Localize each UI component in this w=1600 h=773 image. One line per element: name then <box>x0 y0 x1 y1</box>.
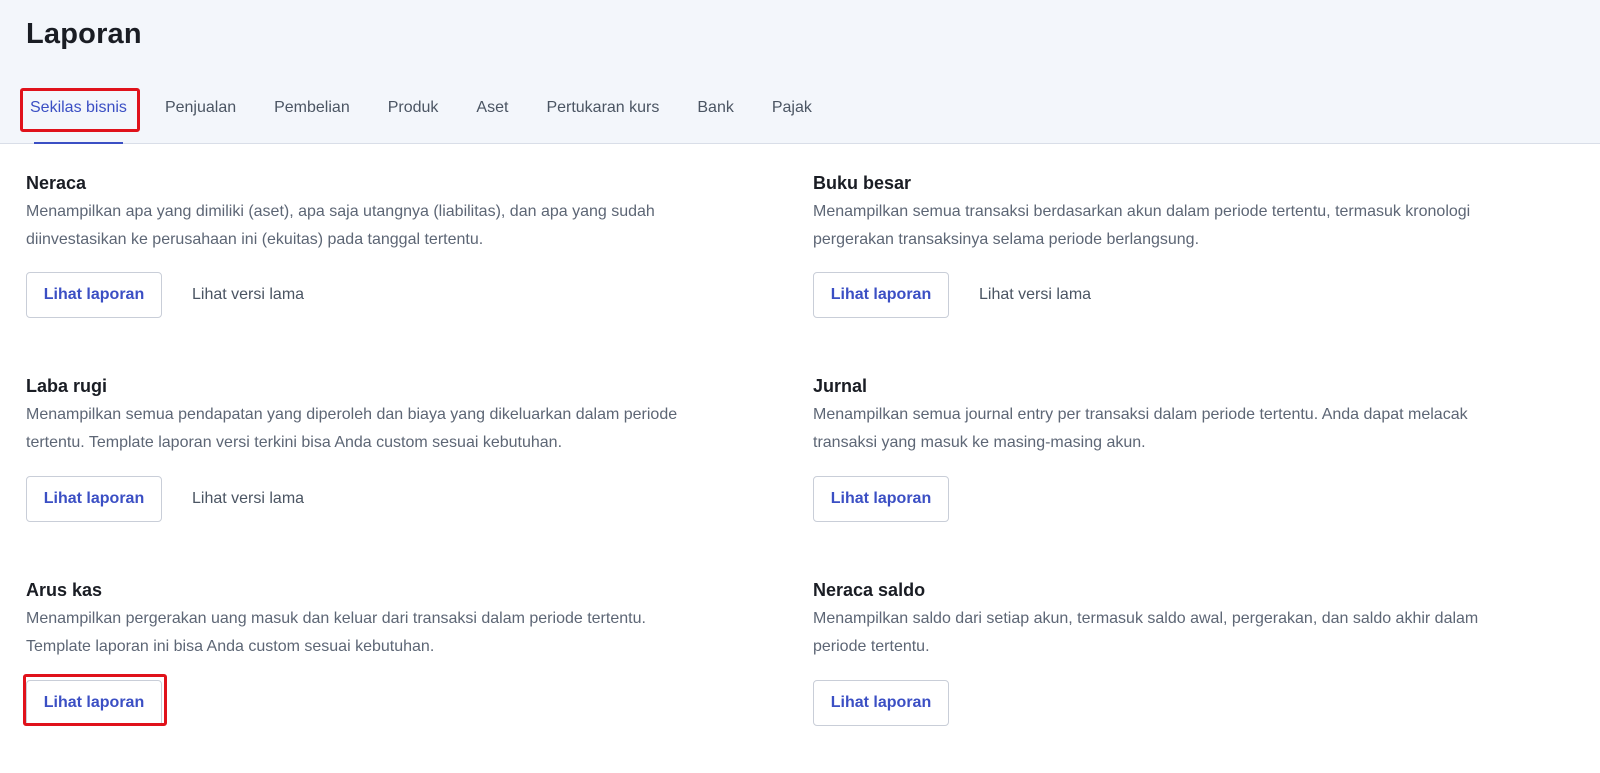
report-description-line: pergerakan transaksinya selama periode b… <box>813 231 1200 248</box>
view-report-button[interactable]: Lihat laporan <box>813 272 949 318</box>
report-card-neraca-saldo: Neraca saldo Menampilkan saldo dari seti… <box>813 577 1573 726</box>
report-title: Arus kas <box>26 580 103 600</box>
view-report-button[interactable]: Lihat laporan <box>26 476 162 522</box>
report-description: Menampilkan saldo dari setiap akun, term… <box>813 605 1573 661</box>
view-report-button[interactable]: Lihat laporan <box>26 680 162 726</box>
tab-pembelian[interactable]: Pembelian <box>274 90 350 144</box>
report-title: Buku besar <box>813 173 912 193</box>
report-title: Jurnal <box>813 376 868 396</box>
report-title: Neraca saldo <box>813 580 926 600</box>
view-old-version-link[interactable]: Lihat versi lama <box>979 286 1091 304</box>
report-actions: Lihat laporan Lihat versi lama <box>813 272 1091 318</box>
view-report-button[interactable]: Lihat laporan <box>813 680 949 726</box>
report-description-line: Menampilkan semua pendapatan yang dipero… <box>26 406 678 423</box>
view-report-button[interactable]: Lihat laporan <box>813 476 949 522</box>
report-card-jurnal: Jurnal Menampilkan semua journal entry p… <box>813 373 1573 522</box>
tab-sekilas-bisnis[interactable]: Sekilas bisnis <box>30 90 127 144</box>
report-description-line: tertentu. Template laporan versi terkini… <box>26 434 563 451</box>
report-title: Neraca <box>26 173 87 193</box>
report-title: Laba rugi <box>26 376 108 396</box>
view-old-version-link[interactable]: Lihat versi lama <box>192 286 304 304</box>
report-card-neraca: Neraca Menampilkan apa yang dimiliki (as… <box>26 170 766 318</box>
report-card-buku-besar: Buku besar Menampilkan semua transaksi b… <box>813 170 1573 318</box>
report-description: Menampilkan semua journal entry per tran… <box>813 401 1573 457</box>
report-description-line: diinvestasikan ke perusahaan ini (ekuita… <box>26 231 484 248</box>
report-description-line: Menampilkan pergerakan uang masuk dan ke… <box>26 610 646 627</box>
report-description: Menampilkan pergerakan uang masuk dan ke… <box>26 605 766 661</box>
tab-bank[interactable]: Bank <box>697 90 733 144</box>
report-tabs: Sekilas bisnis Penjualan Pembelian Produ… <box>0 90 812 144</box>
report-actions: Lihat laporan <box>813 476 949 522</box>
tab-pertukaran-kurs[interactable]: Pertukaran kurs <box>546 90 659 144</box>
report-description: Menampilkan semua transaksi berdasarkan … <box>813 198 1573 254</box>
tab-produk[interactable]: Produk <box>388 90 439 144</box>
report-description-line: Menampilkan semua journal entry per tran… <box>813 406 1468 423</box>
report-description-line: Menampilkan saldo dari setiap akun, term… <box>813 610 1479 627</box>
report-description-line: transaksi yang masuk ke masing-masing ak… <box>813 434 1146 451</box>
report-card-arus-kas: Arus kas Menampilkan pergerakan uang mas… <box>26 577 766 726</box>
report-description: Menampilkan semua pendapatan yang dipero… <box>26 401 766 457</box>
view-old-version-link[interactable]: Lihat versi lama <box>192 490 304 508</box>
tab-penjualan[interactable]: Penjualan <box>165 90 236 144</box>
report-description: Menampilkan apa yang dimiliki (aset), ap… <box>26 198 766 254</box>
tab-aset[interactable]: Aset <box>476 90 508 144</box>
report-description-line: Menampilkan semua transaksi berdasarkan … <box>813 203 1471 220</box>
tab-pajak[interactable]: Pajak <box>772 90 812 144</box>
report-description-line: Menampilkan apa yang dimiliki (aset), ap… <box>26 203 655 220</box>
report-description-line: Template laporan ini bisa Anda custom se… <box>26 638 435 655</box>
report-card-laba-rugi: Laba rugi Menampilkan semua pendapatan y… <box>26 373 766 522</box>
page-header: Laporan Sekilas bisnis Penjualan Pembeli… <box>0 0 1600 144</box>
report-description-line: periode tertentu. <box>813 638 930 655</box>
report-actions: Lihat laporan <box>813 680 949 726</box>
report-actions: Lihat laporan <box>26 680 162 726</box>
report-actions: Lihat laporan Lihat versi lama <box>26 272 304 318</box>
view-report-button[interactable]: Lihat laporan <box>26 272 162 318</box>
page-title: Laporan <box>26 18 142 50</box>
report-actions: Lihat laporan Lihat versi lama <box>26 476 304 522</box>
